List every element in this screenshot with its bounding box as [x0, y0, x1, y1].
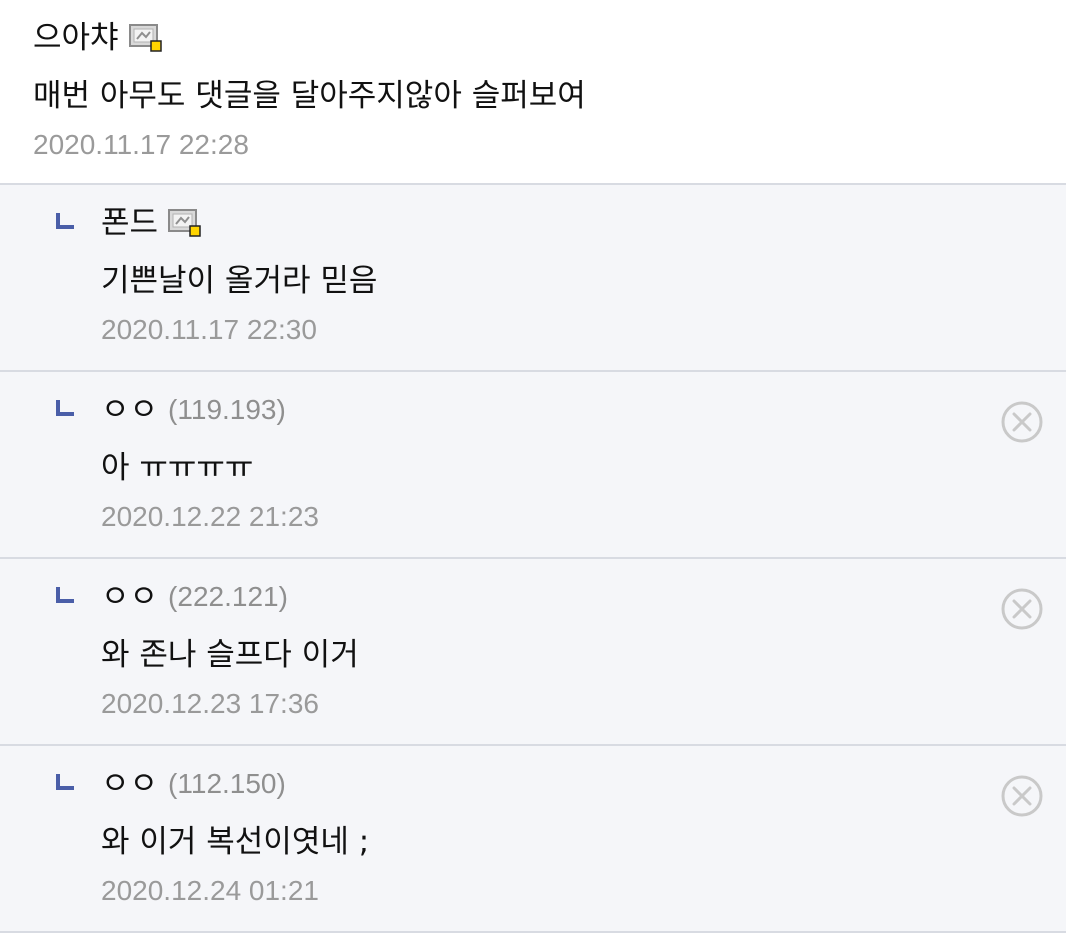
reply-arrow-icon	[55, 586, 75, 606]
comment-date: 2020.11.17 22:28	[33, 129, 249, 160]
comment-body: 기쁜날이 올거라 믿음	[101, 263, 378, 299]
comment-author[interactable]: 으아챠	[33, 20, 119, 56]
comment-body: 아 ㅠㅠㅠㅠ	[101, 450, 254, 486]
comment-author-line: 으아챠	[33, 20, 1066, 56]
comment-date: 2020.11.17 22:30	[101, 314, 317, 345]
comment-ip: (222.121)	[168, 581, 288, 612]
reply-comment-item: ㅇㅇ (222.121) 와 존나 슬프다 이거 2020.12.23 17:3…	[0, 559, 1066, 746]
reply-arrow-icon	[55, 773, 75, 793]
comment-author[interactable]: ㅇㅇ	[101, 766, 158, 802]
comment-date: 2020.12.24 01:21	[101, 875, 319, 906]
comment-item: 으아챠 매번 아무도 댓글을 달아주지않아 슬퍼보여 2020.11.17 22…	[0, 0, 1066, 185]
delete-comment-button[interactable]	[1000, 400, 1044, 444]
delete-icon	[1000, 401, 1044, 447]
delete-icon	[1000, 588, 1044, 634]
gallog-icon[interactable]	[128, 23, 163, 53]
comment-author-line: 폰드	[101, 205, 1066, 241]
comment-author[interactable]: ㅇㅇ	[101, 392, 158, 428]
comment-body: 와 이거 복선이엿네 ;	[101, 824, 370, 860]
reply-comment-item: 폰드 기쁜날이 올거라 믿음 2020.11.17 22:30	[0, 185, 1066, 372]
reply-comment-item: ㅇㅇ (119.193) 아 ㅠㅠㅠㅠ 2020.12.22 21:23	[0, 372, 1066, 559]
delete-comment-button[interactable]	[1000, 587, 1044, 631]
delete-comment-button[interactable]	[1000, 774, 1044, 818]
comment-author[interactable]: 폰드	[101, 205, 158, 241]
gallog-icon[interactable]	[168, 208, 202, 238]
comment-author[interactable]: ㅇㅇ	[101, 579, 158, 615]
comment-date: 2020.12.22 21:23	[101, 501, 319, 532]
comment-body: 매번 아무도 댓글을 달아주지않아 슬퍼보여	[33, 78, 586, 114]
comment-ip: (119.193)	[168, 394, 286, 425]
reply-comment-item: ㅇㅇ (112.150) 와 이거 복선이엿네 ; 2020.12.24 01:…	[0, 746, 1066, 933]
reply-arrow-icon	[55, 399, 75, 419]
comment-body: 와 존나 슬프다 이거	[101, 637, 359, 673]
comment-ip: (112.150)	[168, 768, 286, 799]
comment-date: 2020.12.23 17:36	[101, 688, 319, 719]
delete-icon	[1000, 775, 1044, 821]
comment-author-line: ㅇㅇ (112.150)	[101, 766, 1066, 802]
comment-author-line: ㅇㅇ (222.121)	[101, 579, 1066, 615]
reply-arrow-icon	[55, 212, 75, 232]
comment-author-line: ㅇㅇ (119.193)	[101, 392, 1066, 428]
comment-list: 으아챠 매번 아무도 댓글을 달아주지않아 슬퍼보여 2020.11.17 22…	[0, 0, 1066, 933]
